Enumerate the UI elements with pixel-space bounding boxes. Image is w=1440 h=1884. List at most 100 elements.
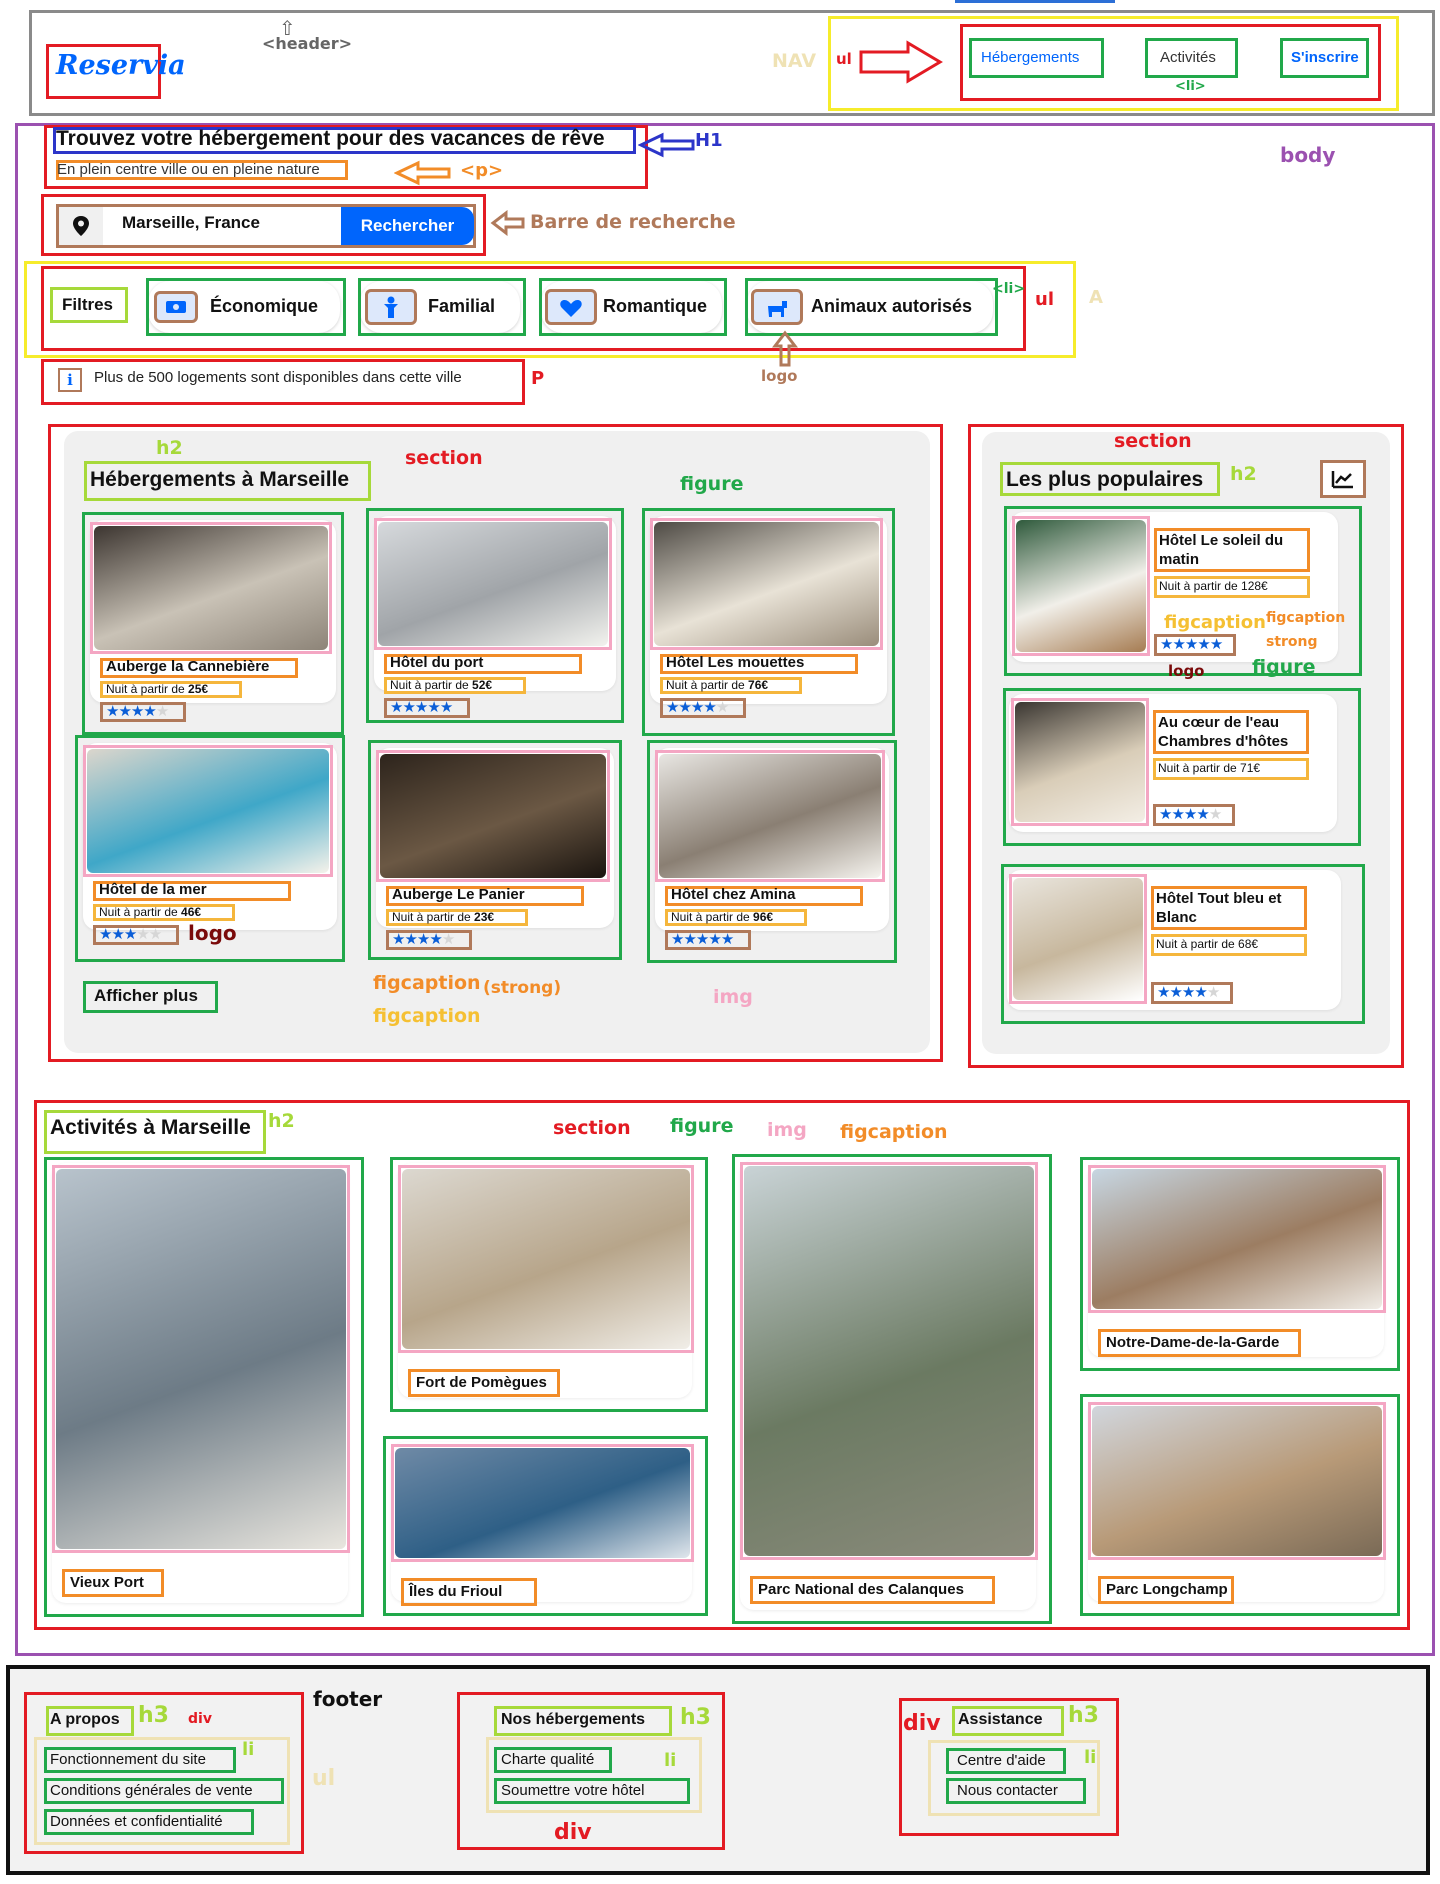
annotation-nav: NAV (772, 50, 817, 72)
annotation-p: P (531, 368, 545, 389)
show-more-button[interactable]: Afficher plus (94, 986, 198, 1006)
annotation-figcaption-1: figcaption (373, 972, 481, 994)
star-icon: ★ (1197, 636, 1210, 653)
hotel-price-amount: 52€ (472, 678, 493, 692)
footer-link-donnees[interactable]: Données et confidentialité (50, 1813, 223, 1830)
annotation-section-activities: section (553, 1117, 631, 1139)
activity-photo (395, 1448, 690, 1558)
star-icon: ★ (427, 699, 440, 716)
annotation-li-col2: li (664, 1750, 677, 1771)
page-title: Trouvez votre hébergement pour des vacan… (56, 127, 605, 150)
annotation-figcaption-2: figcaption (373, 1005, 481, 1027)
annotation-logo-hotel: logo (188, 921, 237, 945)
star-icon: ★ (1209, 636, 1223, 653)
hotel-name: Auberge Le Panier (392, 886, 525, 903)
annotation-h3-col3: h3 (1068, 1703, 1099, 1728)
star-icon: ★ (404, 931, 417, 948)
annotation-strong: (strong) (483, 978, 562, 998)
hotel-price: Nuit à partir de 52€ (390, 678, 493, 692)
info-icon: i (58, 368, 82, 392)
star-icon: ★ (429, 931, 442, 948)
star-icon: ★ (402, 699, 415, 716)
annotation-h3-col2: h3 (680, 1705, 711, 1730)
popular-rating: ★★★★★ (1159, 806, 1222, 823)
star-icon: ★ (416, 931, 430, 948)
star-icon: ★ (1171, 806, 1184, 823)
star-icon: ★ (148, 926, 162, 943)
annotation-figure-popular: figure (1252, 656, 1316, 678)
popular-name: matin (1159, 551, 1200, 568)
activity-name: Parc Longchamp (1106, 1581, 1228, 1598)
hotel-price-amount: 46€ (181, 905, 202, 919)
footer-col3-title: Assistance (958, 1711, 1043, 1728)
nav-link-activites[interactable]: Activités (1160, 49, 1216, 66)
page-subtitle: En plein centre ville ou en pleine natur… (57, 161, 320, 178)
popular-price: Nuit à partir de 71€ (1158, 761, 1261, 775)
footer-link-centre-aide[interactable]: Centre d'aide (957, 1752, 1046, 1769)
hotel-photo (378, 522, 608, 646)
info-text: Plus de 500 logements sont disponibles d… (94, 369, 462, 386)
annotation-h2-popular: h2 (1230, 463, 1257, 485)
annotation-div-col2: div (554, 1820, 592, 1845)
star-icon: ★ (118, 703, 131, 720)
annotation-header: <header> (262, 34, 353, 53)
footer-link-fonctionnement[interactable]: Fonctionnement du site (50, 1751, 206, 1768)
star-icon: ★ (130, 703, 144, 720)
annotation-div-col1: div (188, 1711, 212, 1727)
annotation-figcaption-popular-2: figcaption (1266, 610, 1346, 626)
popular-name: Au cœur de l'eau (1158, 714, 1280, 731)
annotation-logo-filters: logo (761, 367, 798, 385)
star-icon: ★ (392, 931, 405, 948)
star-icon: ★ (1184, 636, 1198, 653)
nav-link-hebergements[interactable]: Hébergements (981, 49, 1079, 66)
filter-label-economique: Économique (210, 296, 319, 316)
popular-name: Hôtel Tout bleu et (1156, 890, 1282, 907)
hotel-photo (654, 522, 879, 646)
star-icon: ★ (690, 699, 704, 716)
hotel-price: Nuit à partir de 96€ (671, 910, 774, 924)
hotel-rating: ★★★★★ (392, 931, 455, 948)
star-icon: ★ (155, 703, 169, 720)
footer-link-contact[interactable]: Nous contacter (957, 1782, 1058, 1799)
hotel-rating: ★★★★★ (99, 926, 162, 943)
site-logo[interactable]: Reservia (56, 50, 186, 81)
hotel-name: Hôtel du port (390, 654, 484, 671)
footer-link-soumettre[interactable]: Soumettre votre hôtel (501, 1782, 644, 1799)
annotation-ul: ul (836, 50, 852, 68)
hotel-name: Auberge la Cannebière (106, 658, 270, 675)
money-icon (154, 291, 198, 323)
accommodations-title: Hébergements à Marseille (90, 468, 350, 491)
hotel-rating: ★★★★★ (106, 703, 169, 720)
star-icon: ★ (1159, 806, 1172, 823)
annotation-li-col1: li (242, 1739, 255, 1760)
heart-icon (545, 289, 597, 325)
hotel-price-amount: 25€ (188, 682, 209, 696)
star-icon: ★ (678, 699, 691, 716)
footer-link-charte[interactable]: Charte qualité (501, 1751, 594, 1768)
child-icon (365, 289, 417, 325)
hotel-price: Nuit à partir de 46€ (99, 905, 202, 919)
activity-photo (744, 1166, 1034, 1556)
annotation-h1: H1 (695, 130, 723, 151)
activity-name: Notre-Dame-de-la-Garde (1106, 1334, 1280, 1351)
popular-name: Chambres d'hôtes (1158, 733, 1289, 750)
annotation-searchbar: Barre de recherche (530, 211, 736, 233)
popular-rating: ★★★★★ (1157, 985, 1220, 1000)
popular-name: Hôtel Le soleil du (1159, 532, 1284, 549)
search-button[interactable]: Rechercher (341, 207, 474, 245)
nav-link-sinscrire[interactable]: S'inscrire (1291, 49, 1359, 66)
popular-photo (1013, 878, 1143, 1000)
activity-name: Îles du Frioul (409, 1583, 503, 1600)
annotation-strong-popular: strong (1266, 634, 1318, 650)
filter-label-animaux: Animaux autorisés (811, 296, 973, 316)
hotel-price: Nuit à partir de 25€ (106, 682, 209, 696)
star-icon: ★ (666, 699, 679, 716)
trend-chart-icon[interactable] (1320, 460, 1366, 498)
star-icon: ★ (1172, 636, 1185, 653)
search-input[interactable]: Marseille, France (122, 213, 260, 233)
star-icon: ★ (106, 703, 119, 720)
footer-link-conditions[interactable]: Conditions générales de vente (50, 1782, 253, 1799)
annotation-figure-activities: figure (670, 1115, 734, 1137)
p-arrow-icon (394, 160, 451, 186)
hotel-photo (87, 749, 329, 873)
